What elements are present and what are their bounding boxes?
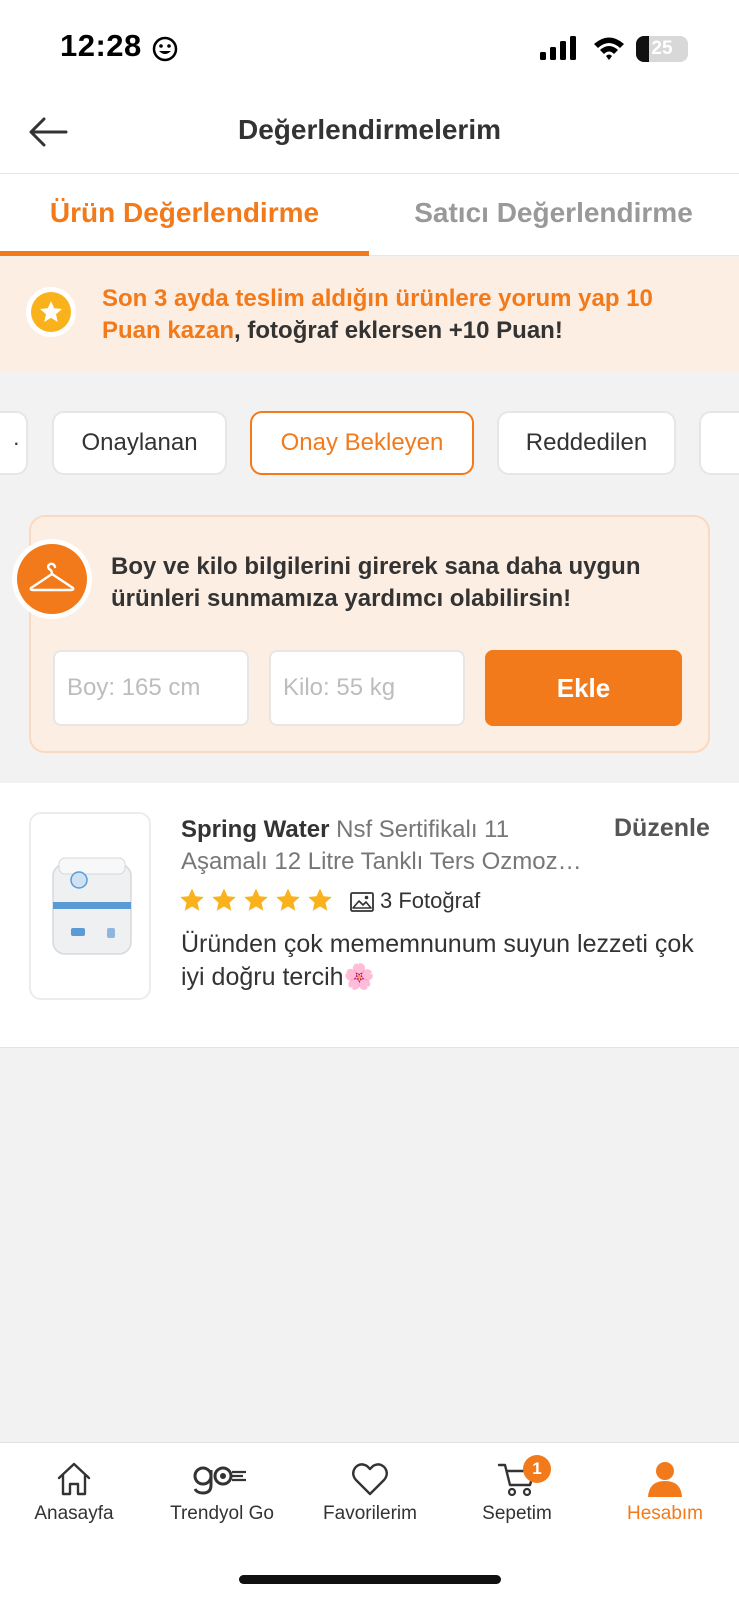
height-input[interactable] — [53, 650, 249, 726]
battery-level: 25 — [651, 38, 673, 59]
status-bar: 12:28 25 — [0, 0, 739, 90]
user-icon — [648, 1462, 682, 1497]
product-title[interactable]: Spring Water Nsf Sertifikalı 11 Aşamalı … — [181, 814, 601, 878]
hanger-icon — [17, 544, 87, 614]
nav-cart-label: Sepetim — [482, 1503, 552, 1524]
star-icon — [244, 888, 268, 911]
star-icon — [180, 888, 204, 911]
nav-trendyol-go[interactable]: Trendyol Go — [148, 1443, 296, 1543]
app-header: Değerlendirmelerim — [0, 90, 739, 174]
nav-account-label: Hesabım — [626, 1503, 704, 1524]
cellular-signal-icon — [540, 36, 576, 60]
tab-product-reviews[interactable]: Ürün Değerlendirme — [0, 174, 369, 256]
product-brand: Spring Water — [181, 816, 330, 843]
product-image[interactable] — [29, 812, 151, 1000]
filter-approved[interactable]: Onaylanan — [52, 411, 227, 475]
active-tab-indicator — [0, 251, 369, 256]
edit-review-button[interactable]: Düzenle — [614, 814, 710, 843]
home-icon — [57, 1462, 91, 1496]
review-item: Spring Water Nsf Sertifikalı 11 Aşamalı … — [0, 783, 739, 1048]
wifi-icon — [594, 37, 624, 60]
smiley-icon — [152, 36, 178, 62]
nav-account[interactable]: Hesabım — [591, 1443, 739, 1543]
body-size-message: Boy ve kilo bilgilerini girerek sana dah… — [111, 553, 641, 612]
nav-cart[interactable]: 1 Sepetim — [443, 1443, 591, 1543]
photo-count[interactable]: 3 Fotoğraf — [380, 888, 480, 914]
nav-home[interactable]: Anasayfa — [0, 1443, 148, 1543]
filter-chip-partial-right[interactable] — [699, 411, 739, 475]
promo-text: Son 3 ayda teslim aldığın ürünlere yorum… — [102, 283, 702, 347]
nav-go-label: Trendyol Go — [170, 1503, 274, 1524]
page-title: Değerlendirmelerim — [238, 114, 501, 145]
status-filter-bar: · Onaylanan Onay Bekleyen Reddedilen — [0, 371, 739, 491]
nav-home-label: Anasayfa — [34, 1503, 114, 1524]
tab-seller-reviews[interactable]: Satıcı Değerlendirme — [369, 174, 738, 256]
filter-pending[interactable]: Onay Bekleyen — [250, 411, 474, 475]
heart-icon — [352, 1463, 388, 1496]
star-icon — [276, 888, 300, 911]
star-badge-icon — [26, 287, 76, 337]
promo-banner: Son 3 ayda teslim aldığın ürünlere yorum… — [0, 257, 739, 371]
weight-input[interactable] — [269, 650, 465, 726]
add-body-info-button[interactable]: Ekle — [485, 650, 682, 726]
review-text: Üründen çok mememnunum suyun lezzeti çok… — [181, 930, 694, 991]
star-icon — [212, 888, 236, 911]
nav-favorites-label: Favorilerim — [323, 1503, 417, 1524]
photo-icon — [350, 892, 374, 912]
promo-rest: , fotoğraf eklersen +10 Puan! — [234, 317, 563, 344]
home-indicator — [239, 1575, 501, 1584]
filter-chip-partial-left[interactable]: · — [0, 411, 28, 475]
status-time: 12:28 — [60, 28, 142, 63]
trendyol-go-icon — [193, 1466, 246, 1495]
nav-favorites[interactable]: Favorilerim — [296, 1443, 444, 1543]
review-tabs: Ürün Değerlendirme Satıcı Değerlendirme — [0, 174, 739, 256]
filter-rejected[interactable]: Reddedilen — [497, 411, 676, 475]
star-icon — [308, 888, 332, 911]
battery-icon: 25 — [636, 36, 688, 62]
cart-count-badge: 1 — [523, 1455, 551, 1483]
